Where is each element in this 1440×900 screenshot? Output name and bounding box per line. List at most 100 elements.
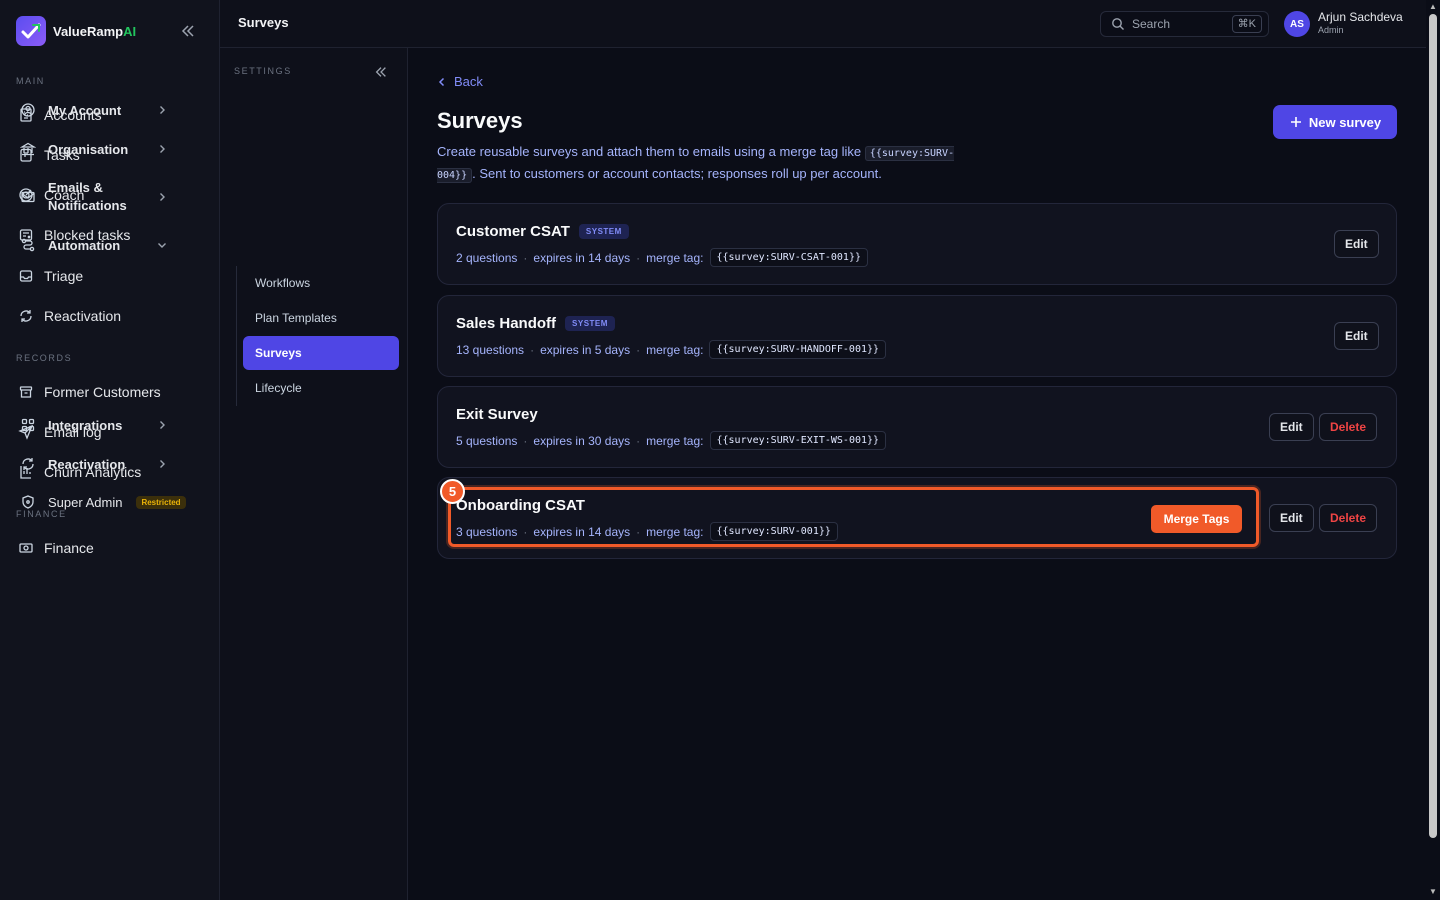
settings-emails-notifications[interactable]: Emails & Notifications [10,179,180,215]
merge-tag-code[interactable]: {{survey:SURV-EXIT-WS-001}} [709,431,887,450]
main-sidebar: ValueRampAI MAIN Accounts Tasks Coach Bl… [0,0,220,900]
search-shortcut: ⌘K [1231,15,1262,33]
user-circle-icon [20,102,36,118]
survey-meta: 5 questions · expires in 30 days · merge t… [456,431,887,450]
nav-former-customers[interactable]: Former Customers [8,375,212,409]
archive-icon [18,384,34,400]
nav-finance[interactable]: Finance [8,531,212,565]
description-text-after: . Sent to customers or account contacts;… [472,166,882,181]
settings-label: SETTINGS [234,66,292,76]
bank-icon [20,141,36,157]
topbar-title: Surveys [238,15,289,30]
survey-title: Customer CSAT SYSTEM [456,223,629,240]
survey-card: Sales Handoff SYSTEM 13 questions · expir… [437,295,1397,377]
settings-organisation[interactable]: Organisation [10,139,180,159]
mail-icon [20,189,36,205]
survey-card: Exit Survey 5 questions · expires in 30 d… [437,386,1397,468]
edit-button[interactable]: Edit [1334,322,1379,350]
merge-tag-label: merge tag: [646,342,704,357]
restricted-badge: Restricted [136,495,186,509]
page-description: Create reusable surveys and attach them … [437,142,977,186]
inbox-icon [18,268,34,284]
description-text: Create reusable surveys and attach them … [437,144,862,159]
nav-reactivation[interactable]: Reactivation [8,299,212,333]
scroll-down-arrow-icon[interactable]: ▼ [1429,888,1437,896]
back-label: Back [454,74,483,89]
settings-sub-plan-templates[interactable]: Plan Templates [243,301,399,335]
scrollbar[interactable]: ▲ ▼ [1426,0,1440,900]
edit-button[interactable]: Edit [1334,230,1379,258]
survey-meta: 13 questions · expires in 5 days · merge t… [456,340,887,359]
search-box[interactable]: Search ⌘K [1100,11,1269,37]
new-survey-button[interactable]: New survey [1273,105,1397,139]
highlight-box [448,487,1259,547]
back-link[interactable]: Back [436,74,483,89]
submenu-divider [236,266,237,406]
merge-tag-code[interactable]: {{survey:SURV-CSAT-001}} [709,248,868,267]
system-badge: SYSTEM [578,224,629,239]
settings-my-account[interactable]: My Account [10,100,180,120]
chevron-right-icon [156,458,168,470]
settings-item-label: Integrations [48,417,123,433]
settings-sub-lifecycle[interactable]: Lifecycle [243,371,399,405]
user-role: Admin [1318,25,1344,35]
chevron-right-icon [156,191,168,203]
workflow-icon [20,237,36,253]
scroll-up-arrow-icon[interactable]: ▲ [1429,3,1437,11]
delete-button[interactable]: Delete [1319,504,1378,532]
settings-automation[interactable]: Automation [10,235,180,255]
merge-tags-button[interactable]: Merge Tags [1151,505,1242,533]
section-label-main: MAIN [16,76,45,86]
refresh-icon [20,456,36,472]
collapse-sidebar-icon[interactable] [180,23,196,39]
logo-icon [16,16,46,46]
question-count: 5 questions [456,433,518,448]
survey-meta: 2 questions · expires in 14 days · merge t… [456,248,868,267]
collapse-settings-icon[interactable] [374,65,388,79]
expiry: expires in 30 days [533,433,631,448]
new-survey-label: New survey [1308,114,1382,130]
chevron-down-icon [156,239,168,251]
settings-integrations[interactable]: Integrations [10,415,180,435]
survey-title-text: Sales Handoff [456,315,557,332]
chevron-right-icon [156,104,168,116]
settings-item-label: Super Admin [48,494,123,510]
nav-label: Former Customers [44,384,161,400]
edit-button[interactable]: Edit [1269,413,1314,441]
avatar[interactable]: AS [1284,11,1310,37]
shield-icon [20,494,36,510]
settings-sub-workflows[interactable]: Workflows [243,266,399,300]
chevron-left-icon [436,76,448,88]
merge-tag-code[interactable]: {{survey:SURV-HANDOFF-001}} [709,340,887,359]
plus-icon [1289,115,1303,129]
settings-item-label: My Account [48,102,122,118]
grid-icon [20,417,36,433]
question-count: 2 questions [456,250,518,265]
survey-title: Sales Handoff SYSTEM [456,315,615,332]
settings-sub-surveys[interactable]: Surveys [243,336,399,370]
settings-reactivation[interactable]: Reactivation [10,454,180,474]
banknote-icon [18,540,34,556]
settings-super-admin[interactable]: Super Admin Restricted [10,492,208,512]
settings-item-label: Reactivation [48,456,126,472]
top-bar: Surveys Search ⌘K AS Arjun Sachdeva Admi… [220,0,1426,48]
app-logo[interactable]: ValueRampAI [16,16,136,46]
survey-title-text: Exit Survey [456,406,538,423]
survey-card: Customer CSAT SYSTEM 2 questions · expire… [437,203,1397,285]
delete-button[interactable]: Delete [1319,413,1378,441]
system-badge: SYSTEM [565,316,615,331]
question-count: 13 questions [456,342,525,357]
expiry: expires in 14 days [533,250,631,265]
nav-triage[interactable]: Triage [8,259,212,293]
step-number-badge: 5 [440,479,465,504]
edit-button[interactable]: Edit [1269,504,1314,532]
nav-label: Reactivation [44,308,122,324]
search-placeholder: Search [1132,17,1171,31]
chevron-right-icon [156,143,168,155]
scroll-thumb[interactable] [1429,14,1437,838]
nav-label: Finance [44,540,94,556]
settings-panel: SETTINGS [220,48,408,900]
survey-title: Exit Survey [456,406,538,423]
settings-item-label: Organisation [48,141,129,157]
user-name[interactable]: Arjun Sachdeva [1318,10,1403,24]
